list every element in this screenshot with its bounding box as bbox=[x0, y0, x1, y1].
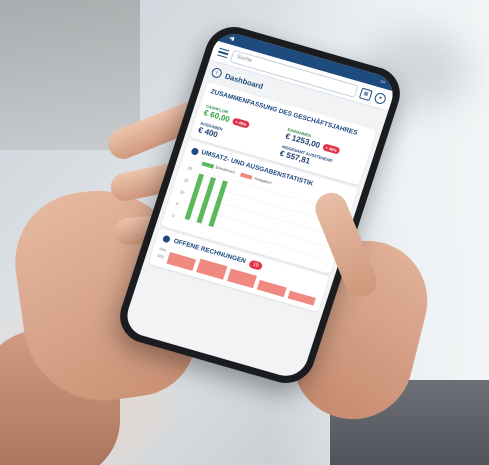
info-icon[interactable]: i bbox=[210, 66, 224, 80]
background-wall bbox=[0, 0, 140, 150]
invoice-bar bbox=[196, 258, 228, 280]
calendar-icon[interactable]: ▦ bbox=[358, 87, 373, 101]
menu-icon[interactable] bbox=[217, 47, 230, 59]
invoice-tick: 500 bbox=[156, 252, 165, 260]
invoice-bar bbox=[256, 279, 287, 297]
y-tick-label: 20 bbox=[187, 165, 193, 171]
y-tick-label: 0 bbox=[172, 213, 176, 219]
user-icon[interactable]: ● bbox=[373, 91, 388, 105]
invoice-bar bbox=[287, 290, 316, 306]
grid-line bbox=[187, 206, 331, 248]
y-tick-label: 10 bbox=[179, 189, 185, 195]
invoice-icon bbox=[161, 235, 171, 244]
invoices-count-badge: 19 bbox=[248, 259, 264, 271]
y-tick-label: 5 bbox=[176, 201, 180, 207]
y-tick-label: 15 bbox=[183, 177, 189, 183]
coins-icon bbox=[190, 146, 200, 156]
battery-icon: ▭ bbox=[379, 78, 386, 86]
signal-icon: ◂▮ bbox=[228, 35, 236, 43]
photo-scene: ◂▮ ▭ Suche ▦ ● i Dashboard ZUSAMMENFASSU… bbox=[0, 0, 489, 465]
invoice-axis: 600 500 bbox=[156, 245, 167, 262]
invoice-bar bbox=[166, 251, 197, 271]
invoice-bar bbox=[226, 268, 258, 289]
